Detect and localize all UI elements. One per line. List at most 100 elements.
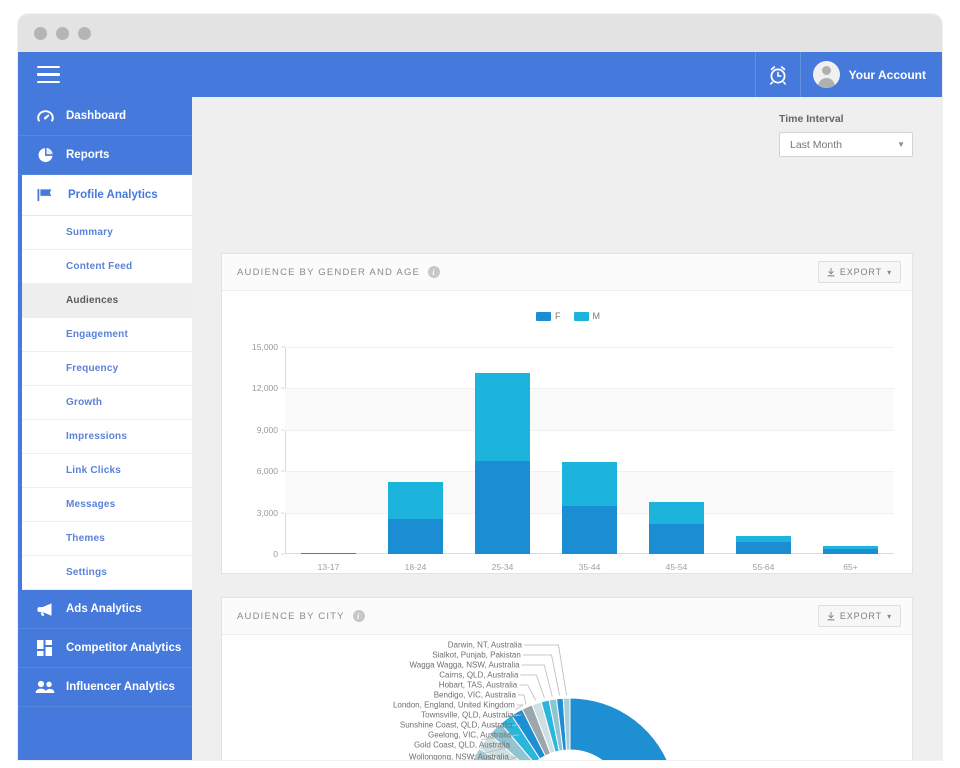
sidebar-item-content-feed[interactable]: Content Feed	[22, 250, 192, 284]
sidebar-group-label: Profile Analytics	[68, 189, 158, 201]
legend-label: F	[555, 311, 561, 321]
window-titlebar	[18, 14, 942, 52]
donut-chart-audience-by-city: Darwin, NT, AustraliaSialkot, Punjab, Pa…	[222, 635, 914, 760]
legend-item[interactable]: M	[574, 311, 601, 321]
x-tick-label: 13-17	[318, 562, 340, 572]
y-tick-mark	[281, 347, 285, 348]
top-header-bar: Your Account	[192, 52, 942, 97]
chevron-down-icon: ▼	[897, 140, 905, 149]
bar-chart-plot: 03,0006,0009,00012,00015,00013-1718-2425…	[285, 347, 894, 554]
time-interval-select[interactable]: Last Month ▼	[779, 132, 913, 157]
main-content: Time Interval Last Month ▼ AUDIENCE BY G…	[192, 97, 942, 760]
donut-label: Wagga Wagga, NSW, Australia	[409, 661, 519, 670]
info-icon[interactable]: i	[353, 610, 365, 622]
donut-label: Sunshine Coast, QLD, Australia	[400, 721, 513, 730]
sidebar-item-label: Link Clicks	[66, 465, 121, 476]
donut-label: Townsville, QLD, Australia	[421, 711, 513, 720]
close-dot[interactable]	[34, 27, 47, 40]
y-tick-label: 9,000	[257, 425, 278, 435]
donut-leader-line	[522, 665, 553, 696]
sidebar-item-label: Content Feed	[66, 261, 132, 272]
sidebar-item-label: Summary	[66, 227, 113, 238]
account-menu[interactable]: Your Account	[801, 52, 942, 97]
bar-segment-f[interactable]	[649, 524, 704, 554]
x-tick-label: 65+	[843, 562, 857, 572]
y-tick-label: 15,000	[252, 342, 278, 352]
y-axis	[285, 347, 286, 554]
sidebar-item-label: Dashboard	[66, 110, 126, 122]
sidebar-item-frequency[interactable]: Frequency	[22, 352, 192, 386]
sidebar-item-impressions[interactable]: Impressions	[22, 420, 192, 454]
chevron-down-icon: ▾	[887, 612, 892, 621]
donut-leader-line	[519, 685, 535, 700]
bar-column[interactable]	[823, 546, 878, 554]
x-tick-label: 55-64	[753, 562, 775, 572]
y-tick-mark	[281, 554, 285, 555]
sidebar-item-themes[interactable]: Themes	[22, 522, 192, 556]
sidebar-item-link-clicks[interactable]: Link Clicks	[22, 454, 192, 488]
time-interval-label: Time Interval	[779, 113, 913, 125]
bar-segment-f[interactable]	[475, 461, 530, 554]
sidebar-item-label: Engagement	[66, 329, 128, 340]
donut-slice[interactable]	[570, 698, 677, 760]
sidebar-item-competitor-analytics[interactable]: Competitor Analytics	[18, 629, 192, 668]
sidebar-item-engagement[interactable]: Engagement	[22, 318, 192, 352]
bar-segment-f[interactable]	[823, 549, 878, 554]
sidebar-item-label: Impressions	[66, 431, 127, 442]
legend-item[interactable]: F	[536, 311, 561, 321]
sidebar-item-profile-analytics[interactable]: Profile Analytics	[22, 175, 192, 216]
export-button-city[interactable]: EXPORT ▾	[818, 605, 901, 627]
bar-column[interactable]	[388, 482, 443, 554]
bar-column[interactable]	[562, 462, 617, 554]
sidebar-item-label: Ads Analytics	[66, 603, 142, 615]
sidebar-item-label: Influencer Analytics	[66, 681, 175, 693]
bar-segment-m[interactable]	[475, 373, 530, 461]
sidebar-item-dashboard[interactable]: Dashboard	[18, 97, 192, 136]
sidebar-item-influencer-analytics[interactable]: Influencer Analytics	[18, 668, 192, 707]
panel-title-text: AUDIENCE BY CITY	[237, 611, 345, 622]
sidebar-item-messages[interactable]: Messages	[22, 488, 192, 522]
bar-column[interactable]	[736, 536, 791, 554]
x-tick-label: 45-54	[666, 562, 688, 572]
alarm-clock-icon[interactable]	[755, 52, 801, 97]
sidebar-item-summary[interactable]: Summary	[22, 216, 192, 250]
y-tick-mark	[281, 512, 285, 513]
bar-segment-m[interactable]	[562, 462, 617, 505]
sidebar-item-audiences[interactable]: Audiences	[22, 284, 192, 318]
export-button-gender-age[interactable]: EXPORT ▾	[818, 261, 901, 283]
bar-segment-f[interactable]	[562, 506, 617, 554]
panel-title-text: AUDIENCE BY GENDER AND AGE	[237, 267, 420, 278]
sidebar-item-label: Messages	[66, 499, 115, 510]
bar-segment-m[interactable]	[649, 502, 704, 523]
grid-icon	[34, 639, 56, 657]
y-tick-mark	[281, 471, 285, 472]
info-icon[interactable]: i	[428, 266, 440, 278]
y-tick-label: 0	[273, 549, 278, 559]
panel-audience-by-city: AUDIENCE BY CITY i EXPORT ▾ Darwin, NT, …	[221, 597, 913, 760]
panel-audience-by-gender-and-age: AUDIENCE BY GENDER AND AGE i EXPORT ▾ FM	[221, 253, 913, 574]
minimize-dot[interactable]	[56, 27, 69, 40]
panel-header: AUDIENCE BY CITY i EXPORT ▾	[222, 598, 912, 635]
bar-segment-m[interactable]	[388, 482, 443, 519]
donut-label: Wollongong, NSW, Australia	[409, 753, 509, 761]
export-label: EXPORT	[840, 267, 882, 277]
maximize-dot[interactable]	[78, 27, 91, 40]
bar-column[interactable]	[649, 502, 704, 554]
menu-icon[interactable]	[18, 52, 192, 97]
sidebar-item-settings[interactable]: Settings	[22, 556, 192, 590]
donut-label: Bendigo, VIC, Australia	[434, 691, 516, 700]
bar-column[interactable]	[475, 373, 530, 554]
bar-segment-f[interactable]	[736, 542, 791, 554]
sidebar-item-growth[interactable]: Growth	[22, 386, 192, 420]
donut-svg	[222, 635, 914, 760]
bar-segment-f[interactable]	[388, 519, 443, 554]
bar-segment-f[interactable]	[301, 553, 356, 554]
sidebar-item-reports[interactable]: Reports	[18, 136, 192, 175]
chart-legend: FM	[222, 311, 914, 321]
panel-title: AUDIENCE BY CITY i	[237, 610, 365, 622]
y-tick-label: 12,000	[252, 383, 278, 393]
bar-column[interactable]	[301, 553, 356, 554]
sidebar-item-label: Reports	[66, 149, 109, 161]
time-interval-control: Time Interval Last Month ▼	[779, 113, 913, 157]
sidebar-item-ads-analytics[interactable]: Ads Analytics	[18, 590, 192, 629]
